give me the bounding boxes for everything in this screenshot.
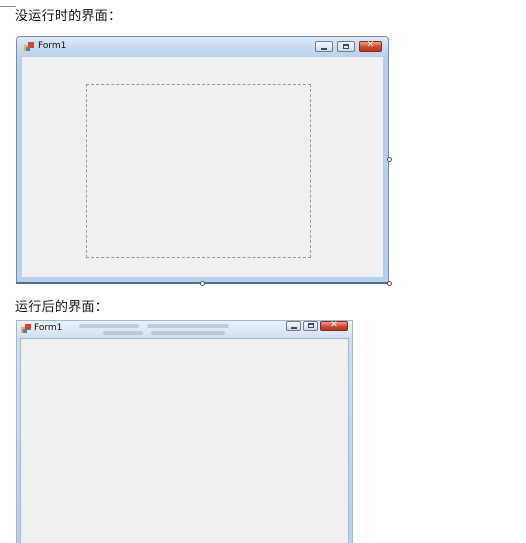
caption-after-run: 运行后的界面：	[15, 300, 109, 315]
designer-form-window[interactable]: Form1 ✕	[16, 36, 389, 284]
blurred-background-text	[151, 331, 225, 335]
resize-handle-right[interactable]	[387, 157, 392, 162]
minimize-icon	[290, 327, 297, 329]
minimize-button[interactable]	[286, 321, 301, 331]
minimize-icon	[321, 48, 327, 50]
designer-title-bar[interactable]: Form1 ✕	[17, 37, 388, 56]
corner-line	[0, 6, 16, 7]
running-form-window[interactable]: Form1 ✕	[16, 320, 353, 543]
blurred-background-text	[147, 324, 229, 328]
resize-handle-bottom[interactable]	[200, 281, 205, 286]
close-icon: ✕	[366, 40, 375, 50]
maximize-button[interactable]	[303, 321, 318, 331]
maximize-icon	[307, 323, 314, 328]
running-title-bar[interactable]: Form1 ✕	[17, 320, 352, 337]
resize-handle-corner[interactable]	[387, 281, 392, 286]
designer-window-title: Form1	[38, 41, 67, 51]
form-app-icon	[24, 42, 34, 51]
maximize-button[interactable]	[337, 41, 355, 52]
close-icon: ✕	[330, 320, 338, 330]
blurred-background-text	[79, 324, 139, 328]
caption-before-run: 没运行时的界面：	[15, 9, 122, 24]
minimize-button[interactable]	[315, 41, 333, 52]
form-app-icon	[21, 324, 31, 333]
designer-form-client-area[interactable]	[22, 57, 383, 277]
panel-placeholder[interactable]	[86, 84, 311, 258]
close-button[interactable]: ✕	[359, 40, 382, 52]
maximize-icon	[343, 44, 349, 49]
running-window-title: Form1	[34, 323, 63, 333]
running-form-client-area[interactable]	[20, 338, 349, 543]
close-button[interactable]: ✕	[320, 320, 348, 331]
blurred-background-text	[103, 331, 143, 335]
